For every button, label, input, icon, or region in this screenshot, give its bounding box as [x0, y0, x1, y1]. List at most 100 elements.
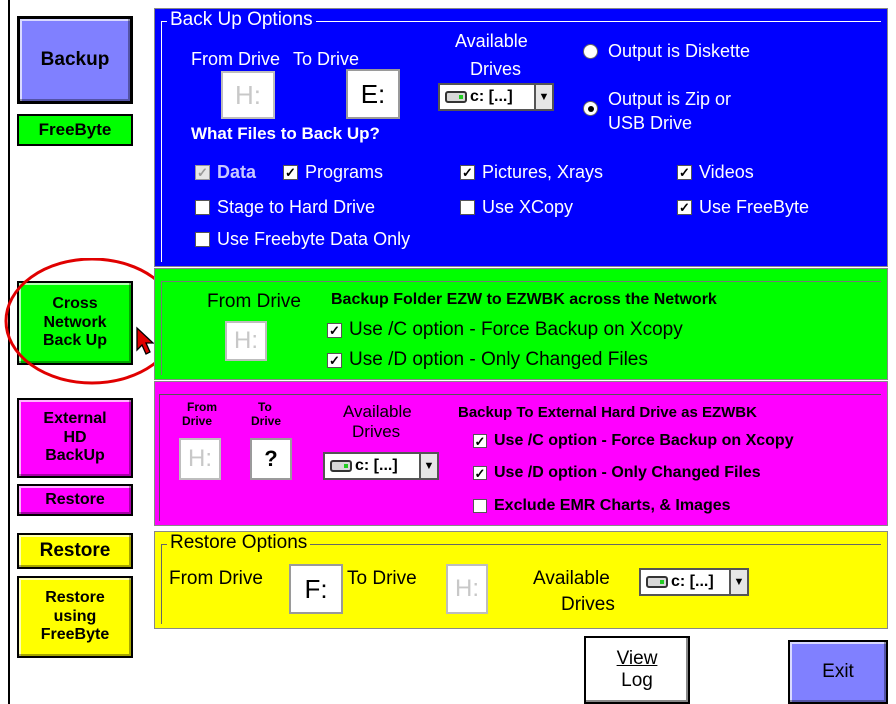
restore-magenta-button[interactable]: Restore [17, 484, 133, 516]
network-from-drive-label: From Drive [205, 291, 303, 313]
external-hd-backup-label: External HD BackUp [43, 410, 107, 465]
checkmark-icon: ✓ [283, 165, 298, 180]
restore-button[interactable]: Restore [17, 533, 133, 569]
restore-to-drive-field[interactable]: H: [446, 564, 488, 614]
group-line-left [161, 21, 162, 262]
chevron-down-icon[interactable]: ▼ [419, 454, 437, 478]
freebyte-button-label: FreeByte [38, 120, 112, 140]
checkbox-videos[interactable]: ✓ Videos [677, 162, 754, 183]
checkbox-empty-icon [473, 499, 487, 513]
what-files-label: What Files to Back Up? [191, 124, 380, 143]
backup-button-label: Backup [40, 49, 110, 71]
backup-drive-select-value: c: [...] [470, 88, 513, 105]
backup-options-panel: Back Up Options From Drive To Drive Avai… [154, 8, 888, 267]
network-opt-d-label: Use /D option - Only Changed Files [349, 349, 648, 370]
checkbox-pictures-label: Pictures, Xrays [482, 162, 604, 182]
network-backup-panel: From Drive Backup Folder EZW to EZWBK ac… [154, 268, 888, 380]
network-from-drive-field[interactable]: H: [225, 321, 267, 361]
available-label: Available [455, 31, 528, 51]
external-from-label: From [187, 400, 217, 414]
checkmark-icon: ✓ [677, 165, 692, 180]
external-backup-panel: From Drive To Drive Available Drives H: … [154, 381, 888, 526]
group-line-left [161, 281, 162, 375]
restore-from-drive-label: From Drive [169, 568, 263, 589]
checkbox-programs-label: Programs [305, 162, 384, 182]
restore-options-title: Restore Options [167, 532, 311, 554]
drive-icon [445, 91, 467, 103]
checkmark-icon: ✓ [460, 165, 475, 180]
restore-magenta-label: Restore [45, 490, 105, 508]
restore-from-drive-field[interactable]: F: [289, 564, 343, 614]
checkbox-stage-to-hard-drive[interactable]: Stage to Hard Drive [195, 197, 375, 218]
restore-available-drives-select[interactable]: c: [...] ▼ [639, 568, 749, 596]
group-line-left [159, 394, 160, 521]
checkbox-freebyte-data-only-label: Use Freebyte Data Only [217, 229, 411, 249]
external-description: Backup To External Hard Drive as EZWBK [458, 404, 757, 421]
to-drive-label: To Drive [293, 49, 360, 69]
checkbox-xcopy-label: Use XCopy [482, 197, 574, 217]
checkbox-freebyte-data-only[interactable]: Use Freebyte Data Only [195, 229, 410, 250]
network-opt-c-label: Use /C option - Force Backup on Xcopy [349, 319, 683, 340]
external-hd-backup-button[interactable]: External HD BackUp [17, 398, 133, 478]
output-diskette-radio[interactable]: Output is Diskette [583, 41, 750, 62]
backup-to-drive-field[interactable]: E: [346, 69, 400, 119]
backup-from-drive-field[interactable]: H: [221, 71, 275, 119]
external-to-label: To [258, 400, 272, 414]
checkbox-empty-icon [195, 200, 210, 215]
external-checkbox-d-option[interactable]: ✓ Use /D option - Only Changed Files [473, 464, 761, 482]
checkbox-empty-icon [195, 232, 210, 247]
checkbox-stage-label: Stage to Hard Drive [217, 197, 376, 217]
chevron-down-icon[interactable]: ▼ [729, 570, 747, 594]
drives-label: Drives [470, 59, 522, 79]
restore-to-drive-label: To Drive [347, 568, 417, 589]
from-drive-label: From Drive [191, 49, 280, 69]
external-available-drives-select[interactable]: c: [...] ▼ [323, 452, 439, 480]
freebyte-button[interactable]: FreeByte [17, 114, 133, 146]
checkmark-icon: ✓ [327, 352, 342, 368]
external-to-drive-label: Drive [251, 414, 282, 428]
radio-selected-icon [583, 101, 598, 116]
network-checkbox-d-option[interactable]: ✓ Use /D option - Only Changed Files [327, 349, 648, 371]
backup-button[interactable]: Backup [17, 16, 133, 104]
backup-available-drives-select[interactable]: c: [...] ▼ [438, 83, 554, 111]
external-from-drive-field[interactable]: H: [179, 438, 221, 480]
external-from-drive-label: Drive [182, 414, 213, 428]
restore-drives-label: Drives [561, 594, 615, 615]
restore-using-freebyte-button[interactable]: Restore using FreeByte [17, 576, 133, 658]
checkbox-use-freebyte-label: Use FreeByte [699, 197, 810, 217]
exit-button-label: Exit [822, 661, 854, 683]
group-line-top [159, 394, 881, 395]
checkbox-data-label: Data [217, 162, 257, 182]
restore-available-label: Available [533, 568, 610, 589]
backup-options-title: Back Up Options [167, 9, 316, 31]
external-opt-c-label: Use /C option - Force Backup on Xcopy [494, 432, 794, 449]
restore-options-panel: Restore Options From Drive F: To Drive H… [154, 531, 888, 629]
external-drives-label: Drives [352, 422, 401, 441]
view-log-label-1: View [616, 648, 658, 670]
chevron-down-icon[interactable]: ▼ [534, 85, 552, 109]
external-to-drive-field[interactable]: ? [250, 438, 292, 480]
output-zip-usb-radio[interactable]: Output is Zip or USB Drive [583, 87, 731, 136]
view-log-label-2: Log [621, 670, 653, 691]
external-checkbox-exclude[interactable]: Exclude EMR Charts, & Images [473, 497, 731, 515]
output-zip-label: Output is Zip or [608, 89, 732, 109]
group-line-left [161, 544, 162, 624]
checkmark-icon: ✓ [473, 465, 487, 481]
view-log-button[interactable]: View Log [584, 636, 690, 704]
checkbox-use-xcopy[interactable]: Use XCopy [460, 197, 573, 218]
checkbox-use-freebyte[interactable]: ✓ Use FreeByte [677, 197, 809, 218]
external-opt-d-label: Use /D option - Only Changed Files [494, 464, 761, 481]
drive-icon [646, 576, 668, 588]
checkbox-data[interactable]: ✓ Data [195, 162, 256, 183]
checkbox-programs[interactable]: ✓ Programs [283, 162, 383, 183]
external-opt-exclude-label: Exclude EMR Charts, & Images [494, 497, 731, 514]
group-line-top [161, 281, 881, 282]
network-checkbox-c-option[interactable]: ✓ Use /C option - Force Backup on Xcopy [327, 319, 683, 341]
checkbox-pictures[interactable]: ✓ Pictures, Xrays [460, 162, 603, 183]
external-checkbox-c-option[interactable]: ✓ Use /C option - Force Backup on Xcopy [473, 432, 794, 450]
radio-circle-icon [583, 44, 598, 59]
exit-button[interactable]: Exit [788, 640, 888, 704]
checkmark-icon: ✓ [677, 200, 692, 215]
restore-using-freebyte-label: Restore using FreeByte [40, 589, 110, 644]
checkmark-icon: ✓ [327, 322, 342, 338]
